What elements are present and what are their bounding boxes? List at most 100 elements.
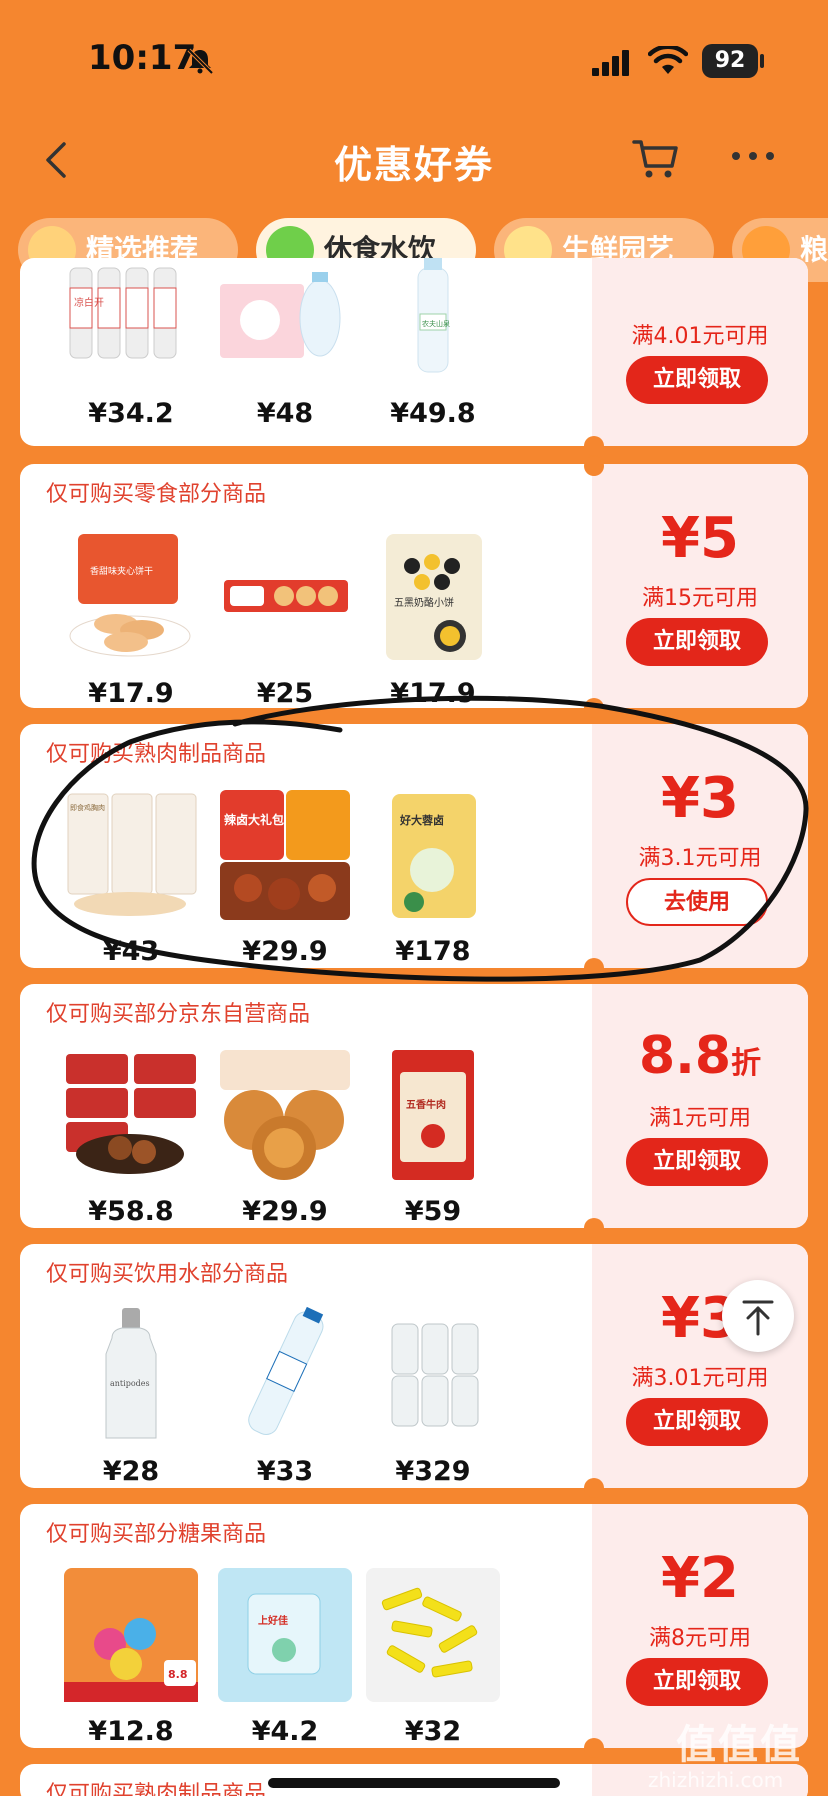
product-price: ¥32 — [404, 1716, 462, 1747]
coupon-panel: ¥5 满15元可用 立即领取 — [592, 464, 808, 708]
product-price: ¥48 — [256, 398, 314, 429]
product-image — [60, 1044, 202, 1186]
coupon-amount: ¥5 — [661, 506, 739, 571]
card-title: 仅可购买部分京东自营商品 — [46, 1002, 311, 1027]
product-price: ¥29.9 — [242, 1196, 328, 1227]
status-bar: 10:17 92 — [0, 0, 828, 120]
product-item[interactable]: ¥25 — [214, 526, 356, 708]
product-image — [214, 258, 356, 388]
product-item[interactable]: 好大蓉卤 ¥178 — [362, 784, 504, 967]
card-notch — [584, 1738, 604, 1758]
coupon-amount: ¥2 — [661, 1546, 739, 1611]
product-price: ¥33 — [256, 1456, 314, 1487]
product-label: 农夫山泉 — [422, 319, 450, 328]
nav-bar: 优惠好券 — [0, 110, 828, 210]
product-price: ¥178 — [395, 936, 471, 967]
card-title: 仅可购买熟肉制品商品 — [46, 1782, 267, 1796]
product-price: ¥17.9 — [390, 678, 476, 708]
product-item[interactable]: 农夫山泉 ¥49.8 — [362, 258, 504, 429]
product-image: 8.8 — [60, 1564, 202, 1706]
coupon-card: 满4.01元可用 立即领取 凉白开 ¥34.2 ¥48 农夫山泉 ¥49.8 — [20, 258, 808, 446]
product-item[interactable]: ¥32 — [362, 1564, 504, 1747]
product-image: 五香牛肉 — [362, 1044, 504, 1186]
card-notch — [584, 1478, 604, 1498]
claim-button[interactable]: 立即领取 — [626, 1398, 768, 1446]
product-price: ¥12.8 — [88, 1716, 174, 1747]
product-item[interactable]: antipodes ¥28 — [60, 1304, 202, 1487]
product-item[interactable]: 五黑奶酪小饼 ¥17.9 — [362, 526, 504, 708]
coupon-amount-unit: 折 — [731, 1046, 762, 1081]
product-price: ¥49.8 — [390, 398, 476, 429]
product-label: 凉白开 — [74, 296, 104, 309]
coupon-panel: ¥3 满3.1元可用 去使用 — [592, 724, 808, 968]
product-item[interactable]: ¥48 — [214, 258, 356, 429]
product-item[interactable]: 即食鸡胸肉 ¥43 — [60, 784, 202, 967]
product-item[interactable]: ¥58.8 — [60, 1044, 202, 1227]
product-image: 五黑奶酪小饼 — [362, 526, 504, 668]
product-price: ¥34.2 — [88, 398, 174, 429]
product-price: ¥25 — [256, 678, 314, 708]
product-image: 即食鸡胸肉 — [60, 784, 202, 926]
product-image — [362, 1304, 504, 1446]
coupon-card: ¥3 满3.1元可用 去使用 仅可购买熟肉制品商品 即食鸡胸肉 ¥43 辣卤大礼… — [20, 724, 808, 968]
coupon-card: 8.8折 满1元可用 立即领取 仅可购买部分京东自营商品 ¥58.8 ¥29.9… — [20, 984, 808, 1228]
product-item[interactable]: ¥29.9 — [214, 1044, 356, 1227]
product-item[interactable]: 8.8 ¥12.8 — [60, 1564, 202, 1747]
bell-muted-icon — [187, 48, 214, 75]
product-item[interactable]: ¥329 — [362, 1304, 504, 1487]
scroll-top-icon — [742, 1300, 774, 1336]
coupon-amount: ¥3 — [661, 766, 739, 831]
product-label: 8.8 — [168, 1668, 188, 1681]
product-image — [214, 1044, 356, 1186]
card-notch — [584, 456, 604, 476]
product-price: ¥4.2 — [251, 1716, 319, 1747]
coupon-condition: 满15元可用 — [642, 586, 758, 611]
battery-tip — [760, 54, 764, 68]
card-title: 仅可购买饮用水部分商品 — [46, 1262, 289, 1287]
product-item[interactable]: 辣卤大礼包 ¥29.9 — [214, 784, 356, 967]
product-price: ¥329 — [395, 1456, 471, 1487]
coupon-condition: 满1元可用 — [649, 1106, 751, 1131]
cart-icon[interactable] — [632, 136, 680, 180]
product-price: ¥29.9 — [242, 936, 328, 967]
product-image — [362, 1564, 504, 1706]
use-button[interactable]: 去使用 — [626, 878, 768, 926]
product-item[interactable]: 上好佳 ¥4.2 — [214, 1564, 356, 1747]
watermark-url: zhizhizhi.com — [648, 1768, 784, 1792]
status-time: 10:17 — [88, 38, 197, 78]
coupon-card: ¥5 满15元可用 立即领取 仅可购买零食部分商品 香甜味夹心饼干 ¥17.9 — [20, 464, 808, 708]
product-item[interactable]: 香甜味夹心饼干 ¥17.9 — [60, 526, 202, 708]
product-price: ¥58.8 — [88, 1196, 174, 1227]
product-image: 香甜味夹心饼干 — [60, 526, 202, 668]
product-label: 五黑奶酪小饼 — [394, 596, 454, 609]
signal-icon — [592, 50, 629, 76]
card-title: 仅可购买零食部分商品 — [46, 482, 267, 507]
more-icon[interactable] — [728, 136, 778, 176]
coupon-condition: 满3.01元可用 — [631, 1366, 769, 1391]
product-image: 上好佳 — [214, 1564, 356, 1706]
product-image: 好大蓉卤 — [362, 784, 504, 926]
claim-button[interactable]: 立即领取 — [626, 1138, 768, 1186]
product-label: 上好佳 — [258, 1614, 288, 1627]
coupon-condition: 满8元可用 — [649, 1626, 751, 1651]
scroll-top-button[interactable] — [722, 1280, 794, 1352]
product-label: 即食鸡胸肉 — [70, 803, 105, 812]
product-price: ¥17.9 — [88, 678, 174, 708]
claim-button[interactable]: 立即领取 — [626, 356, 768, 404]
product-image — [214, 1304, 356, 1446]
product-label: 香甜味夹心饼干 — [90, 565, 153, 577]
coupon-panel: 8.8折 满1元可用 立即领取 — [592, 984, 808, 1228]
claim-button[interactable]: 立即领取 — [626, 1658, 768, 1706]
coupon-condition: 满4.01元可用 — [631, 324, 769, 349]
claim-button[interactable]: 立即领取 — [626, 618, 768, 666]
product-item[interactable]: 凉白开 ¥34.2 — [60, 258, 202, 429]
product-image — [214, 526, 356, 668]
coupon-panel: 满4.01元可用 立即领取 — [592, 258, 808, 446]
product-image: 凉白开 — [60, 258, 202, 388]
card-notch — [584, 958, 604, 978]
product-item[interactable]: ¥33 — [214, 1304, 356, 1487]
watermark: 值值值 — [676, 1722, 802, 1768]
product-item[interactable]: 五香牛肉 ¥59 — [362, 1044, 504, 1227]
product-label: 辣卤大礼包 — [224, 812, 284, 827]
page-title: 优惠好券 — [333, 143, 494, 187]
